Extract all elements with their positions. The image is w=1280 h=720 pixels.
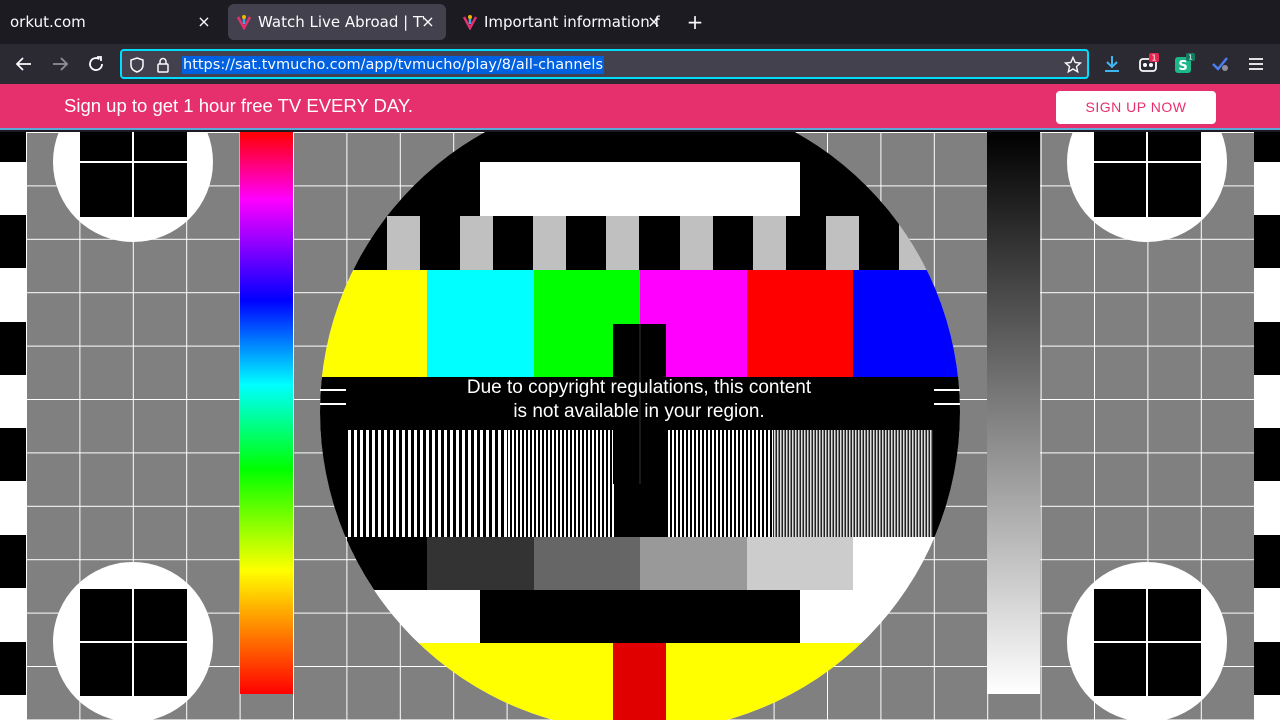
tab-close-icon[interactable]: × <box>418 12 438 32</box>
forward-arrow-icon <box>53 57 69 71</box>
extension-badge: 1 <box>1188 54 1192 62</box>
svg-text:S: S <box>1178 59 1187 74</box>
lock-icon[interactable] <box>154 56 172 74</box>
address-bar[interactable]: https://sat.tvmucho.com/app/tvmucho/play… <box>120 49 1089 79</box>
extension-button-1[interactable]: 1 <box>1136 52 1160 76</box>
extension-badge: 1 <box>1151 54 1156 63</box>
tab-strip: orkut.com × Watch Live Abroad | TVMucho … <box>0 0 1280 44</box>
downloads-button[interactable] <box>1100 52 1124 76</box>
url-text[interactable]: https://sat.tvmucho.com/app/tvmucho/play… <box>182 56 605 74</box>
tab-title: Watch Live Abroad | TVMucho <box>258 13 424 31</box>
tracking-shield-icon[interactable] <box>128 56 146 74</box>
reload-icon <box>89 56 103 71</box>
extension-check-icon <box>1212 57 1228 71</box>
bookmark-star-icon[interactable] <box>1064 56 1082 74</box>
video-player[interactable]: Due to copyright regulations, this conte… <box>0 132 1280 720</box>
hamburger-menu-icon <box>1249 58 1263 70</box>
tab-important-info[interactable]: Important information for × <box>454 0 672 44</box>
back-button[interactable] <box>12 52 36 76</box>
sign-up-button[interactable]: SIGN UP NOW <box>1056 91 1216 124</box>
notice-line-2: is not available in your region. <box>513 401 765 422</box>
extension-mask-icon: 1 <box>1139 53 1159 72</box>
tab-title: orkut.com <box>10 13 86 31</box>
tab-close-icon[interactable]: × <box>644 12 664 32</box>
download-icon <box>1105 56 1119 72</box>
navigation-bar: https://sat.tvmucho.com/app/tvmucho/play… <box>0 44 1280 84</box>
test-card-image <box>0 132 1280 720</box>
tvmucho-favicon-icon <box>462 15 478 30</box>
back-arrow-icon <box>15 57 31 71</box>
tab-title: Important information for <box>484 13 660 31</box>
forward-button[interactable] <box>48 52 72 76</box>
tab-tvmucho[interactable]: Watch Live Abroad | TVMucho × <box>228 4 446 40</box>
tab-orkut[interactable]: orkut.com × <box>0 0 222 44</box>
region-block-message: Due to copyright regulations, this conte… <box>346 376 932 424</box>
tab-close-icon[interactable]: × <box>194 12 214 32</box>
extension-button-2[interactable]: S1 <box>1172 52 1196 76</box>
extension-button-3[interactable] <box>1208 52 1232 76</box>
new-tab-button[interactable]: + <box>684 11 706 33</box>
promo-banner: Sign up to get 1 hour free TV EVERY DAY.… <box>0 84 1280 130</box>
tvmucho-favicon-icon <box>236 15 252 30</box>
extension-s-icon: S1 <box>1175 53 1195 74</box>
menu-button[interactable] <box>1244 52 1268 76</box>
promo-text: Sign up to get 1 hour free TV EVERY DAY. <box>64 95 413 116</box>
notice-line-1: Due to copyright regulations, this conte… <box>466 377 812 398</box>
reload-button[interactable] <box>84 52 108 76</box>
